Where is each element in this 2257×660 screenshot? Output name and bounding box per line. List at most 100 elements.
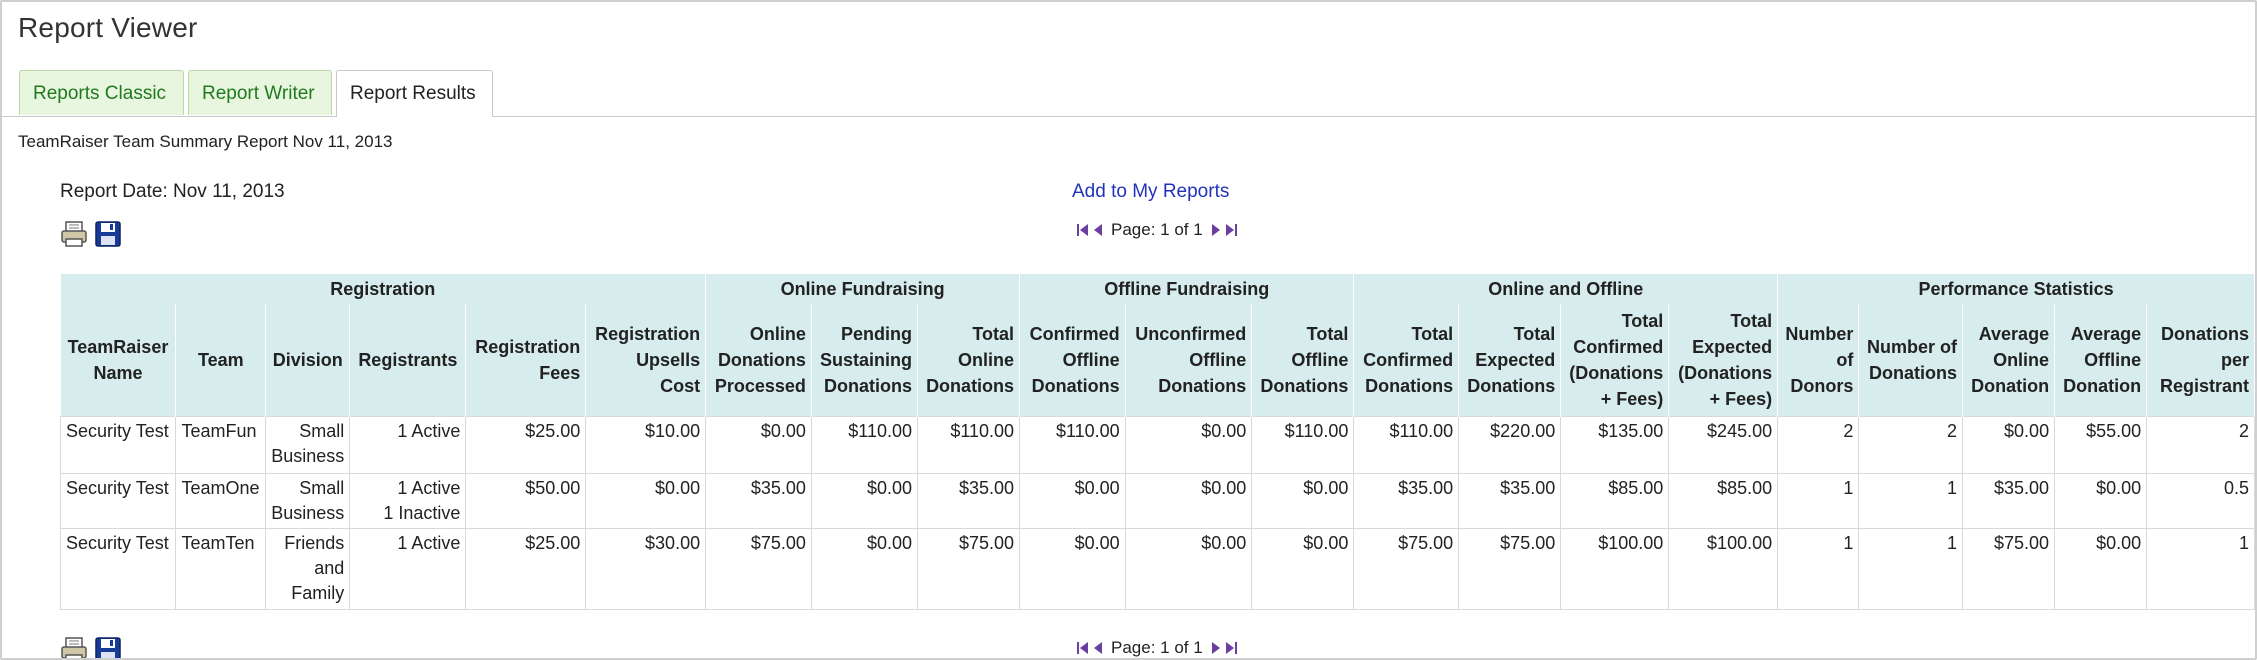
table-cell: $110.00	[916, 416, 1021, 474]
col-online-donations-processed: Online Donations Processed	[705, 304, 812, 417]
col-confirmed-offline-donations: Confirmed Offline Donations	[1019, 304, 1126, 417]
group-performance-statistics: Performance Statistics	[1777, 274, 2255, 304]
col-number-of-donors: Number of Donors	[1777, 304, 1860, 417]
col-average-online-donation: Average Online Donation	[1962, 304, 2056, 417]
print-icon[interactable]	[60, 636, 88, 660]
table-cell: $50.00	[465, 473, 587, 529]
previous-page-icon[interactable]	[1092, 223, 1104, 237]
col-division: Division	[265, 304, 351, 417]
col-registration-upsells-cost: Registration Upsells Cost	[585, 304, 707, 417]
add-to-my-reports-link[interactable]: Add to My Reports	[1072, 181, 1229, 203]
table-cell: $25.00	[465, 416, 587, 474]
col-pending-sustaining-donations: Pending Sustaining Donations	[811, 304, 919, 417]
print-icon[interactable]	[60, 220, 88, 248]
col-number-of-donations: Number of Donations	[1858, 304, 1964, 417]
table-row: Security Test TeamOne Small Business 1 A…	[59, 473, 2255, 529]
table-cell: TeamOne	[175, 473, 267, 529]
col-average-offline-donation: Average Offline Donation	[2054, 304, 2148, 417]
table-cell: $35.00	[705, 473, 812, 529]
previous-page-icon[interactable]	[1092, 641, 1104, 655]
table-cell: $220.00	[1458, 416, 1562, 474]
column-header-row: TeamRaiser Name Team Division Registrant…	[60, 304, 2255, 417]
table-cell: $75.00	[1458, 528, 1562, 610]
tab-bar: Reports Classic Report Writer Report Res…	[2, 68, 2255, 117]
save-icon[interactable]	[94, 636, 122, 660]
page-indicator: Page: 1 of 1	[1111, 638, 1203, 657]
table-cell: $0.00	[2054, 528, 2148, 610]
table-cell: 2	[1858, 416, 1964, 474]
table-cell: $0.00	[1124, 416, 1253, 474]
table-cell: $35.00	[1962, 473, 2056, 529]
page-indicator: Page: 1 of 1	[1111, 220, 1203, 239]
table-cell: $75.00	[1353, 528, 1460, 610]
table-cell: $110.00	[1251, 416, 1355, 474]
table-cell: $75.00	[1962, 528, 2056, 610]
table-cell: $75.00	[705, 528, 812, 610]
table-cell: TeamFun	[175, 416, 267, 474]
table-cell: $0.00	[1251, 528, 1355, 610]
table-cell: 1 Active	[349, 528, 467, 610]
table-cell: 2	[1777, 416, 1860, 474]
col-team: Team	[175, 304, 267, 417]
table-cell: 1	[1858, 528, 1964, 610]
table-cell: 1 Active	[349, 416, 467, 474]
table-cell: $110.00	[1353, 416, 1460, 474]
col-total-expected-with-fees: Total Expected (Donations + Fees)	[1668, 304, 1779, 417]
first-page-icon[interactable]	[1077, 223, 1089, 237]
table-cell: $75.00	[916, 528, 1021, 610]
table-cell: $25.00	[465, 528, 587, 610]
save-icon[interactable]	[94, 220, 122, 248]
table-cell: 2	[2146, 416, 2255, 474]
table-cell: Security Test	[59, 473, 177, 529]
pager-bottom: Page: 1 of 1	[1077, 638, 1237, 658]
pager-top: Page: 1 of 1	[1077, 220, 1237, 240]
table-cell: $245.00	[1668, 416, 1779, 474]
table-cell: $35.00	[1353, 473, 1460, 529]
col-total-online-donations: Total Online Donations	[917, 304, 1021, 417]
first-page-icon[interactable]	[1077, 641, 1089, 655]
tab-report-writer[interactable]: Report Writer	[188, 70, 332, 115]
report-tools-top	[60, 220, 122, 248]
table-cell: 1	[1777, 528, 1860, 610]
table-cell: $30.00	[585, 528, 707, 610]
table-cell: $0.00	[2054, 473, 2148, 529]
last-page-icon[interactable]	[1225, 641, 1237, 655]
col-total-confirmed-donations: Total Confirmed Donations	[1353, 304, 1460, 417]
group-online-and-offline: Online and Offline	[1353, 274, 1779, 304]
table-cell: 1	[1858, 473, 1964, 529]
tab-report-results[interactable]: Report Results	[336, 70, 493, 117]
table-cell: 1	[2146, 528, 2255, 610]
table-row: Security Test TeamFun Small Business 1 A…	[59, 416, 2255, 474]
table-cell: $110.00	[810, 416, 919, 474]
table-cell: $85.00	[1560, 473, 1670, 529]
next-page-icon[interactable]	[1210, 223, 1222, 237]
col-total-expected-donations: Total Expected Donations	[1458, 304, 1562, 417]
table-cell: $110.00	[1019, 416, 1126, 474]
table-cell: 0.5	[2146, 473, 2255, 529]
report-viewer-window: Report Viewer Reports Classic Report Wri…	[0, 0, 2257, 660]
table-cell: 1	[1777, 473, 1860, 529]
tab-reports-classic[interactable]: Reports Classic	[19, 70, 184, 115]
table-cell: Friends and Family	[265, 528, 351, 610]
next-page-icon[interactable]	[1210, 641, 1222, 655]
table-cell: $0.00	[1251, 473, 1355, 529]
group-registration: Registration	[60, 274, 707, 304]
col-teamraiser-name: TeamRaiser Name	[60, 304, 177, 417]
report-heading: TeamRaiser Team Summary Report Nov 11, 2…	[18, 132, 393, 151]
last-page-icon[interactable]	[1225, 223, 1237, 237]
table-cell: $0.00	[1962, 416, 2056, 474]
table-cell: $0.00	[1019, 528, 1126, 610]
table-cell: $0.00	[1019, 473, 1126, 529]
table-cell: $55.00	[2054, 416, 2148, 474]
col-registrants: Registrants	[349, 304, 467, 417]
table-cell: $100.00	[1560, 528, 1670, 610]
table-cell: $0.00	[705, 416, 812, 474]
table-cell: $35.00	[1458, 473, 1562, 529]
report-tools-bottom	[60, 636, 122, 660]
table-cell: Security Test	[59, 416, 177, 474]
app-title: Report Viewer	[18, 12, 198, 43]
col-total-confirmed-with-fees: Total Confirmed (Donations + Fees)	[1560, 304, 1670, 417]
table-row: Security Test TeamTen Friends and Family…	[59, 528, 2255, 610]
table-cell: $10.00	[585, 416, 707, 474]
table-cell: 1 Active 1 Inactive	[349, 473, 467, 529]
